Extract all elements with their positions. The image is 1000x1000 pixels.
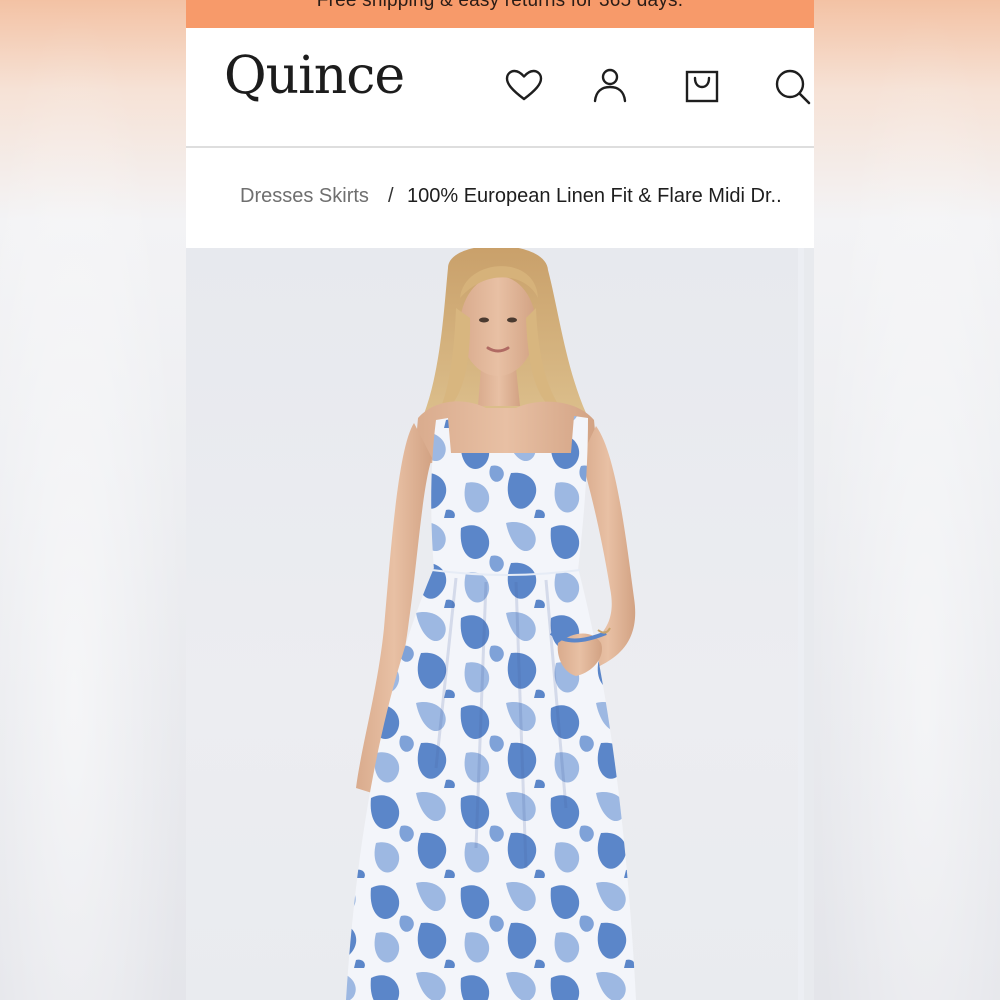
breadcrumb: Dresses Skirts / 100% European Linen Fit…: [186, 148, 814, 248]
model-wearing-dress-illustration: [346, 248, 636, 1000]
account-icon[interactable]: [590, 66, 630, 106]
breadcrumb-link-dresses-skirts[interactable]: Dresses Skirts: [240, 185, 369, 208]
heart-icon[interactable]: [504, 66, 544, 106]
brand-logo[interactable]: Quince: [224, 50, 405, 102]
product-gallery: [186, 248, 814, 1000]
mobile-screen: Free shipping & easy returns for 365 day…: [186, 0, 814, 1000]
breadcrumb-separator: /: [388, 185, 394, 207]
promo-banner: Free shipping & easy returns for 365 day…: [186, 0, 814, 28]
promo-text: Free shipping & easy returns for 365 day…: [316, 0, 684, 11]
site-header: Quince: [186, 28, 814, 148]
product-image[interactable]: [186, 248, 798, 1000]
shopping-bag-icon[interactable]: [682, 66, 722, 106]
next-image-peek[interactable]: [804, 248, 814, 1000]
search-icon[interactable]: [772, 66, 812, 106]
breadcrumb-current-page: 100% European Linen Fit & Flare Midi Dr.…: [407, 185, 782, 207]
